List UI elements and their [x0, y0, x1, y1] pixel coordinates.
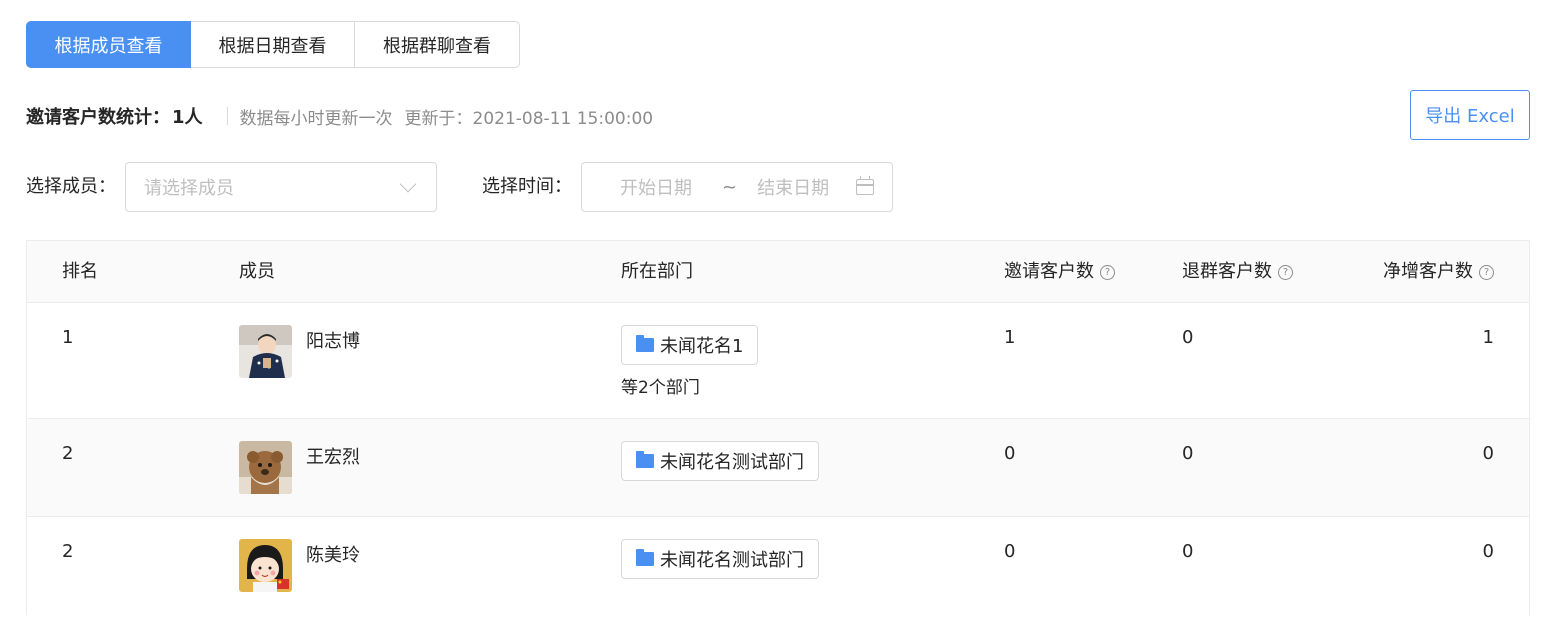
department-name: 未闻花名1 [660, 336, 744, 357]
header-member-label: 成员 [239, 261, 275, 282]
rank-cell: 1 [62, 327, 74, 348]
help-icon[interactable]: ? [1278, 264, 1293, 280]
left-count: 0 [1182, 541, 1194, 562]
stats-value: 1人 [172, 107, 203, 128]
net-count: 0 [1482, 541, 1494, 562]
avatar [239, 441, 292, 494]
invited-count: 1 [1004, 327, 1016, 348]
stats-bar: 邀请客户数统计： 1人 数据每小时更新一次 更新于：2021-08-11 15:… [26, 101, 653, 131]
folder-icon [636, 549, 654, 566]
department-tag: 未闻花名1 [621, 325, 759, 365]
date-range-picker[interactable]: 开始日期 ~ 结束日期 [581, 162, 893, 212]
member-name: 王宏烈 [306, 447, 360, 468]
net-count: 1 [1482, 327, 1494, 348]
date-range-separator: ~ [722, 176, 738, 198]
invited-count: 0 [1004, 541, 1016, 562]
avatar [239, 539, 292, 592]
start-date-input[interactable]: 开始日期 [620, 174, 710, 200]
export-excel-button[interactable]: 导出 Excel [1410, 90, 1530, 140]
chevron-down-icon [399, 175, 417, 193]
table-row: 1 阳志博 未闻花名1 等2个部门 1 0 1 [27, 303, 1529, 419]
department-tag: 未闻花名测试部门 [621, 539, 819, 579]
header-net: 净增客户数? [1383, 241, 1494, 303]
avatar [239, 325, 292, 378]
table-header: 排名 成员 所在部门 邀请客户数? 退群客户数? 净增客户数? [27, 241, 1529, 303]
update-frequency-note: 数据每小时更新一次 [239, 108, 393, 129]
table-row: 2 陈美玲 未闻花名测试部门 0 0 0 [27, 517, 1529, 615]
folder-icon [636, 451, 654, 468]
header-left: 退群客户数? [1182, 241, 1293, 303]
help-icon[interactable]: ? [1100, 264, 1115, 280]
folder-icon [636, 335, 654, 352]
stats-label: 邀请客户数统计： [26, 107, 170, 128]
end-date-input[interactable]: 结束日期 [757, 174, 847, 200]
header-department: 所在部门 [621, 241, 693, 303]
header-member: 成员 [239, 241, 275, 303]
tab-by-member[interactable]: 根据成员查看 [26, 21, 191, 68]
header-rank: 排名 [62, 241, 98, 303]
last-updated-time: 更新于：2021-08-11 15:00:00 [404, 108, 654, 129]
rank-cell: 2 [62, 443, 74, 464]
header-department-label: 所在部门 [621, 261, 693, 282]
member-name: 阳志博 [306, 331, 360, 352]
member-select-placeholder: 请选择成员 [144, 178, 234, 199]
member-select[interactable]: 请选择成员 [125, 162, 437, 212]
stats-divider [226, 107, 228, 125]
header-net-label: 净增客户数 [1383, 261, 1473, 282]
table-row: 2 王宏烈 未闻花名测试部门 0 0 0 [27, 419, 1529, 517]
tab-by-group-chat[interactable]: 根据群聊查看 [355, 21, 520, 68]
view-tabs: 根据成员查看 根据日期查看 根据群聊查看 [26, 21, 520, 68]
invited-count: 0 [1004, 443, 1016, 464]
department-name: 未闻花名测试部门 [660, 452, 804, 473]
department-tag: 未闻花名测试部门 [621, 441, 819, 481]
header-invited-label: 邀请客户数 [1004, 261, 1094, 282]
header-invited: 邀请客户数? [1004, 241, 1115, 303]
header-rank-label: 排名 [62, 261, 98, 282]
member-stats-table: 排名 成员 所在部门 邀请客户数? 退群客户数? 净增客户数? 1 阳志博 未闻… [26, 240, 1530, 615]
tab-by-date[interactable]: 根据日期查看 [191, 21, 355, 68]
calendar-icon[interactable] [856, 176, 874, 195]
left-count: 0 [1182, 443, 1194, 464]
help-icon[interactable]: ? [1479, 264, 1494, 280]
member-name: 陈美玲 [306, 545, 360, 566]
left-count: 0 [1182, 327, 1194, 348]
department-more-link[interactable]: 等2个部门 [621, 373, 700, 398]
department-name: 未闻花名测试部门 [660, 550, 804, 571]
header-left-label: 退群客户数 [1182, 261, 1272, 282]
time-filter-label: 选择时间： [482, 176, 572, 197]
rank-cell: 2 [62, 541, 74, 562]
net-count: 0 [1482, 443, 1494, 464]
member-filter-label: 选择成员： [26, 176, 116, 197]
